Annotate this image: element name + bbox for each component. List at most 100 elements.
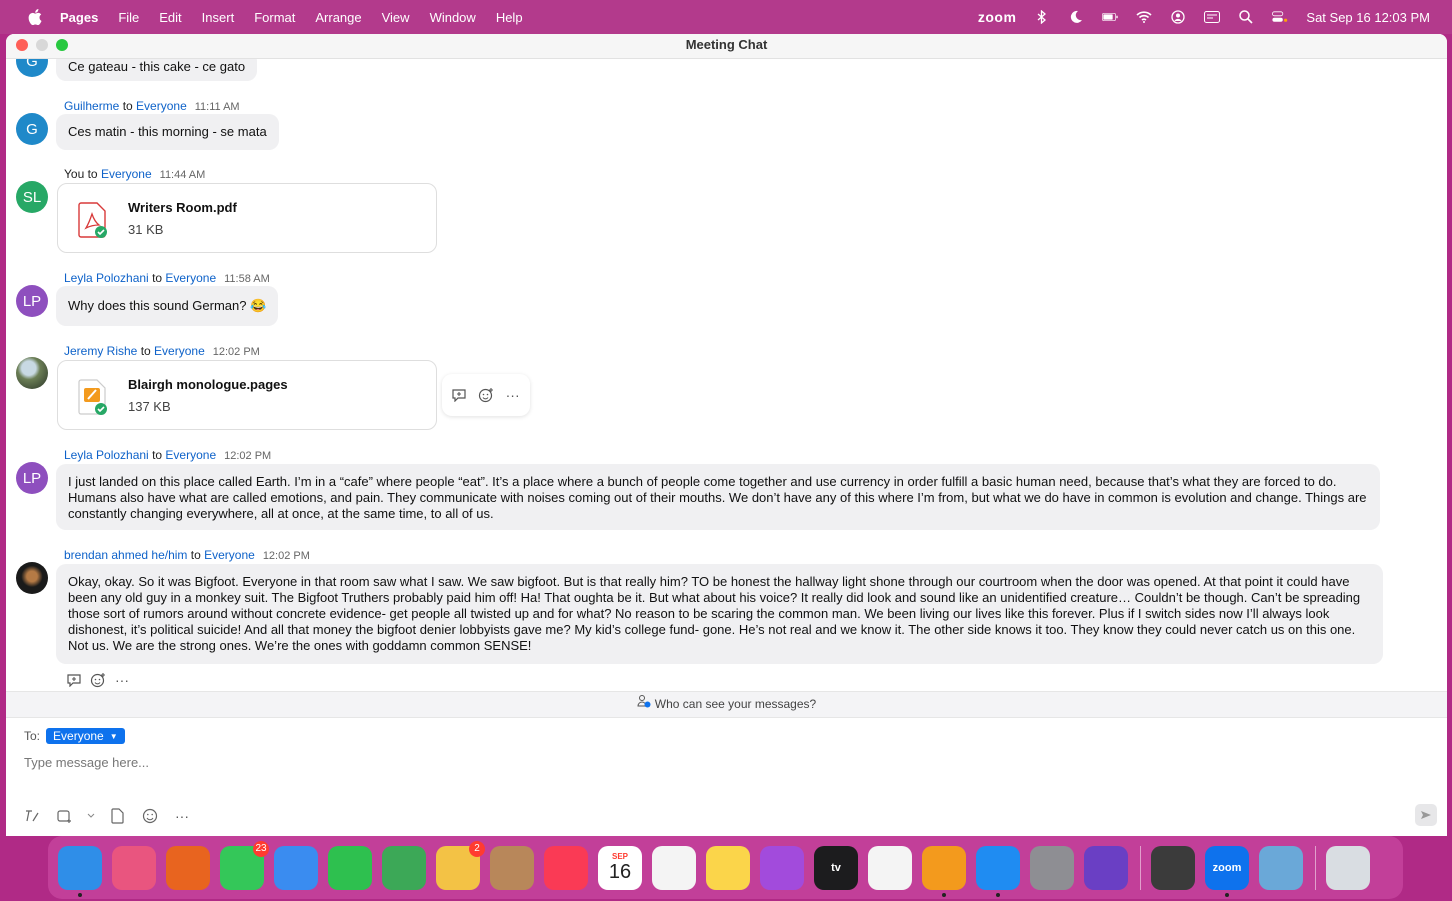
message-meta: You to Everyone 11:44 AM [64,167,205,181]
recipient-name[interactable]: Everyone [165,271,216,285]
file-name[interactable]: Writers Room.pdf [128,200,237,215]
sender-name[interactable]: Leyla Polozhani [64,448,149,462]
message-bubble[interactable]: I just landed on this place called Earth… [56,464,1380,530]
message-time: 12:02 PM [224,450,272,462]
more-options-icon[interactable]: ··· [172,806,192,826]
message-bubble[interactable]: Why does this sound German? 😂 [56,286,279,326]
recipient-dropdown-label: Everyone [53,729,104,743]
recipient-name[interactable]: Everyone [136,99,187,113]
avatar: G [16,113,48,145]
calendar-icon[interactable]: SEP 16 [598,845,642,890]
messages-icon[interactable]: 23 [220,840,269,890]
sender-name[interactable]: Guilherme [64,99,119,113]
recipient-name[interactable]: Everyone [101,167,152,181]
privacy-text[interactable]: Who can see your messages? [655,697,816,711]
zoom-status-item[interactable]: zoom [978,9,1017,25]
message-input[interactable] [22,754,626,771]
menu-help[interactable]: Help [496,10,523,25]
pages-icon[interactable] [922,845,966,897]
close-window-button[interactable] [16,39,28,51]
format-text-icon[interactable] [22,806,42,826]
chevron-down-icon[interactable] [86,806,96,826]
preview-icon[interactable] [1259,845,1303,890]
screenshot-icon[interactable] [54,806,74,826]
avatar: LP [16,285,48,317]
menu-insert[interactable]: Insert [202,10,235,25]
news-icon[interactable] [868,845,912,890]
add-reaction-icon[interactable] [476,385,496,405]
more-options-icon[interactable]: ··· [503,385,523,405]
recipient-name[interactable]: Everyone [154,344,205,358]
quicktime-icon[interactable] [1151,845,1195,890]
menu-edit[interactable]: Edit [159,10,181,25]
firefox-icon[interactable] [166,845,210,890]
user-account-icon[interactable] [1170,9,1186,25]
message-bubble[interactable]: Ce gateau - this cake - ce gato [56,59,258,81]
file-name[interactable]: Blairgh monologue.pages [128,377,288,392]
sender-name[interactable]: Jeremy Rishe [64,344,137,358]
file-attachment[interactable]: Writers Room.pdf 31 KB [57,183,437,253]
notification-badge: 2 [469,840,485,857]
battery-icon[interactable] [1102,9,1119,25]
recipient-row: To: Everyone ▼ [24,728,125,744]
message-bubble[interactable]: Ces matin - this morning - se mata [56,114,279,150]
trash-icon[interactable] [1326,845,1370,890]
menu-window[interactable]: Window [430,10,476,25]
system-preferences-icon[interactable] [1030,845,1074,890]
running-indicator [78,892,82,897]
facetime-icon[interactable] [328,845,372,890]
control-center-icon[interactable] [1272,9,1288,25]
menu-app-name[interactable]: Pages [60,10,98,25]
bluetooth-icon[interactable] [1034,9,1050,25]
podcasts-icon[interactable] [760,845,804,890]
minimize-window-button[interactable] [36,39,48,51]
sender-name[interactable]: brendan ahmed he/him [64,548,187,562]
message-hover-toolbar: ··· [442,374,530,416]
launchpad-icon[interactable] [112,845,156,890]
recipient-name[interactable]: Everyone [165,448,216,462]
menu-format[interactable]: Format [254,10,295,25]
app-store-icon[interactable] [976,845,1020,897]
avatar [16,562,48,594]
message-time: 11:44 AM [159,169,206,181]
sender-name[interactable]: Leyla Polozhani [64,271,149,285]
chat-messages-area[interactable]: G Ce gateau - this cake - ce gato Guilhe… [6,59,1447,691]
emoji-icon[interactable] [140,806,160,826]
photos-icon[interactable]: 2 [436,840,485,890]
search-icon[interactable] [1238,9,1254,25]
menu-arrange[interactable]: Arrange [315,10,361,25]
zoom-icon[interactable]: zoom [1205,845,1249,897]
finder-icon[interactable] [58,845,102,897]
add-reaction-icon[interactable] [88,670,108,690]
wifi-icon[interactable] [1136,9,1152,25]
imovie-icon[interactable] [1084,845,1128,890]
maps-icon[interactable] [382,845,426,890]
file-icon[interactable] [108,806,128,826]
file-attachment[interactable]: Blairgh monologue.pages 137 KB [57,360,437,430]
notes-icon[interactable] [706,845,750,890]
menubar-clock[interactable]: Sat Sep 16 12:03 PM [1306,10,1430,25]
menu-file[interactable]: File [118,10,139,25]
contacts-icon[interactable] [490,845,534,890]
message-bubble[interactable]: Okay, okay. So it was Bigfoot. Everyone … [56,564,1383,664]
reply-icon[interactable] [64,670,84,690]
message-time: 11:58 AM [224,273,270,285]
privacy-notice[interactable]: Who can see your messages? [6,691,1447,718]
reminders-icon[interactable] [652,845,696,890]
reply-icon[interactable] [449,385,469,405]
zoom-window-button[interactable] [56,39,68,51]
moon-icon[interactable] [1068,9,1084,25]
more-options-icon[interactable]: ··· [112,670,132,690]
display-icon[interactable] [1204,9,1221,25]
apple-icon[interactable] [26,8,44,26]
send-icon[interactable] [1415,804,1437,826]
music-icon[interactable] [544,845,588,890]
mail-icon[interactable] [274,845,318,890]
dock-app-label: zoom [1212,861,1242,874]
tv-icon[interactable]: tv [814,845,858,890]
window-title: Meeting Chat [685,37,768,52]
sender-name: You [64,167,85,181]
recipient-name[interactable]: Everyone [204,548,255,562]
menu-view[interactable]: View [382,10,410,25]
recipient-dropdown[interactable]: Everyone ▼ [46,728,125,744]
